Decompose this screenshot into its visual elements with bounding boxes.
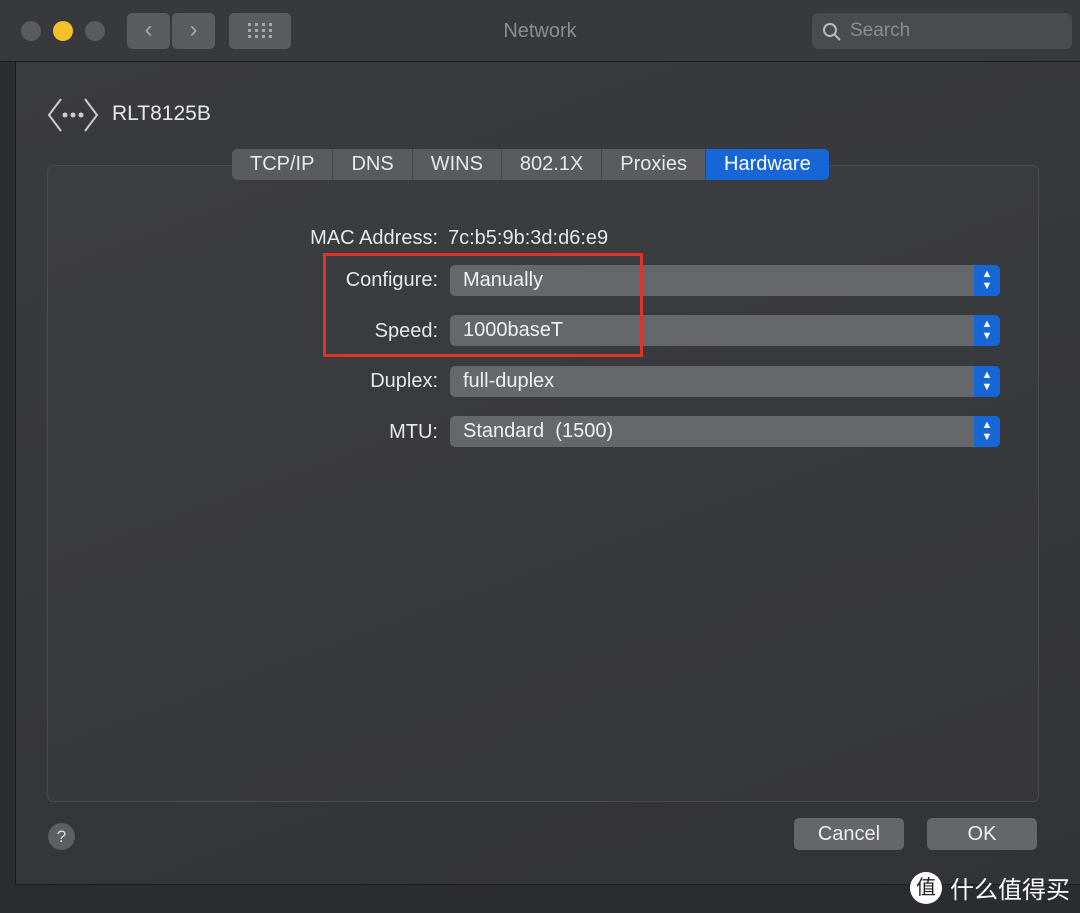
- mac-address-value: 7c:b5:9b:3d:d6:e9: [448, 227, 609, 249]
- stepper-icon: ▲ ▼: [974, 366, 1000, 397]
- tab-dns[interactable]: DNS: [333, 149, 413, 180]
- mtu-label: MTU:: [389, 421, 438, 443]
- duplex-value: full-duplex: [463, 370, 555, 392]
- cancel-button[interactable]: Cancel: [794, 818, 904, 850]
- stepper-icon: ▲ ▼: [974, 265, 1000, 296]
- title-bar: ‹ › Network Search: [0, 0, 1080, 62]
- mac-address-label: MAC Address:: [310, 227, 438, 249]
- tab-wins[interactable]: WINS: [413, 149, 502, 180]
- duplex-label: Duplex:: [370, 370, 438, 392]
- ok-button[interactable]: OK: [927, 818, 1037, 850]
- search-placeholder: Search: [850, 20, 911, 41]
- watermark: 值 什么值得买: [910, 870, 1070, 905]
- stepper-icon: ▲ ▼: [974, 315, 1000, 346]
- duplex-popup[interactable]: full-duplex ▲ ▼: [450, 366, 1000, 397]
- tab-8021x[interactable]: 802.1X: [502, 149, 603, 180]
- device-name: RLT8125B: [112, 102, 211, 125]
- tab-tcpip[interactable]: TCP/IP: [232, 149, 334, 180]
- ethernet-icon: [47, 98, 99, 132]
- highlight-annotation-box: [323, 253, 643, 357]
- mtu-value: Standard (1500): [463, 420, 614, 442]
- tab-bar: TCP/IP DNS WINS 802.1X Proxies Hardware: [232, 149, 829, 180]
- search-input[interactable]: Search: [812, 13, 1072, 49]
- mtu-popup[interactable]: Standard (1500) ▲ ▼: [450, 416, 1000, 447]
- tab-proxies[interactable]: Proxies: [602, 149, 706, 180]
- stepper-icon: ▲ ▼: [974, 416, 1000, 447]
- help-button[interactable]: ?: [48, 823, 75, 850]
- search-icon: [823, 23, 841, 41]
- watermark-logo: 值: [910, 871, 942, 904]
- watermark-text: 什么值得买: [950, 877, 1070, 904]
- tab-hardware[interactable]: Hardware: [706, 149, 829, 180]
